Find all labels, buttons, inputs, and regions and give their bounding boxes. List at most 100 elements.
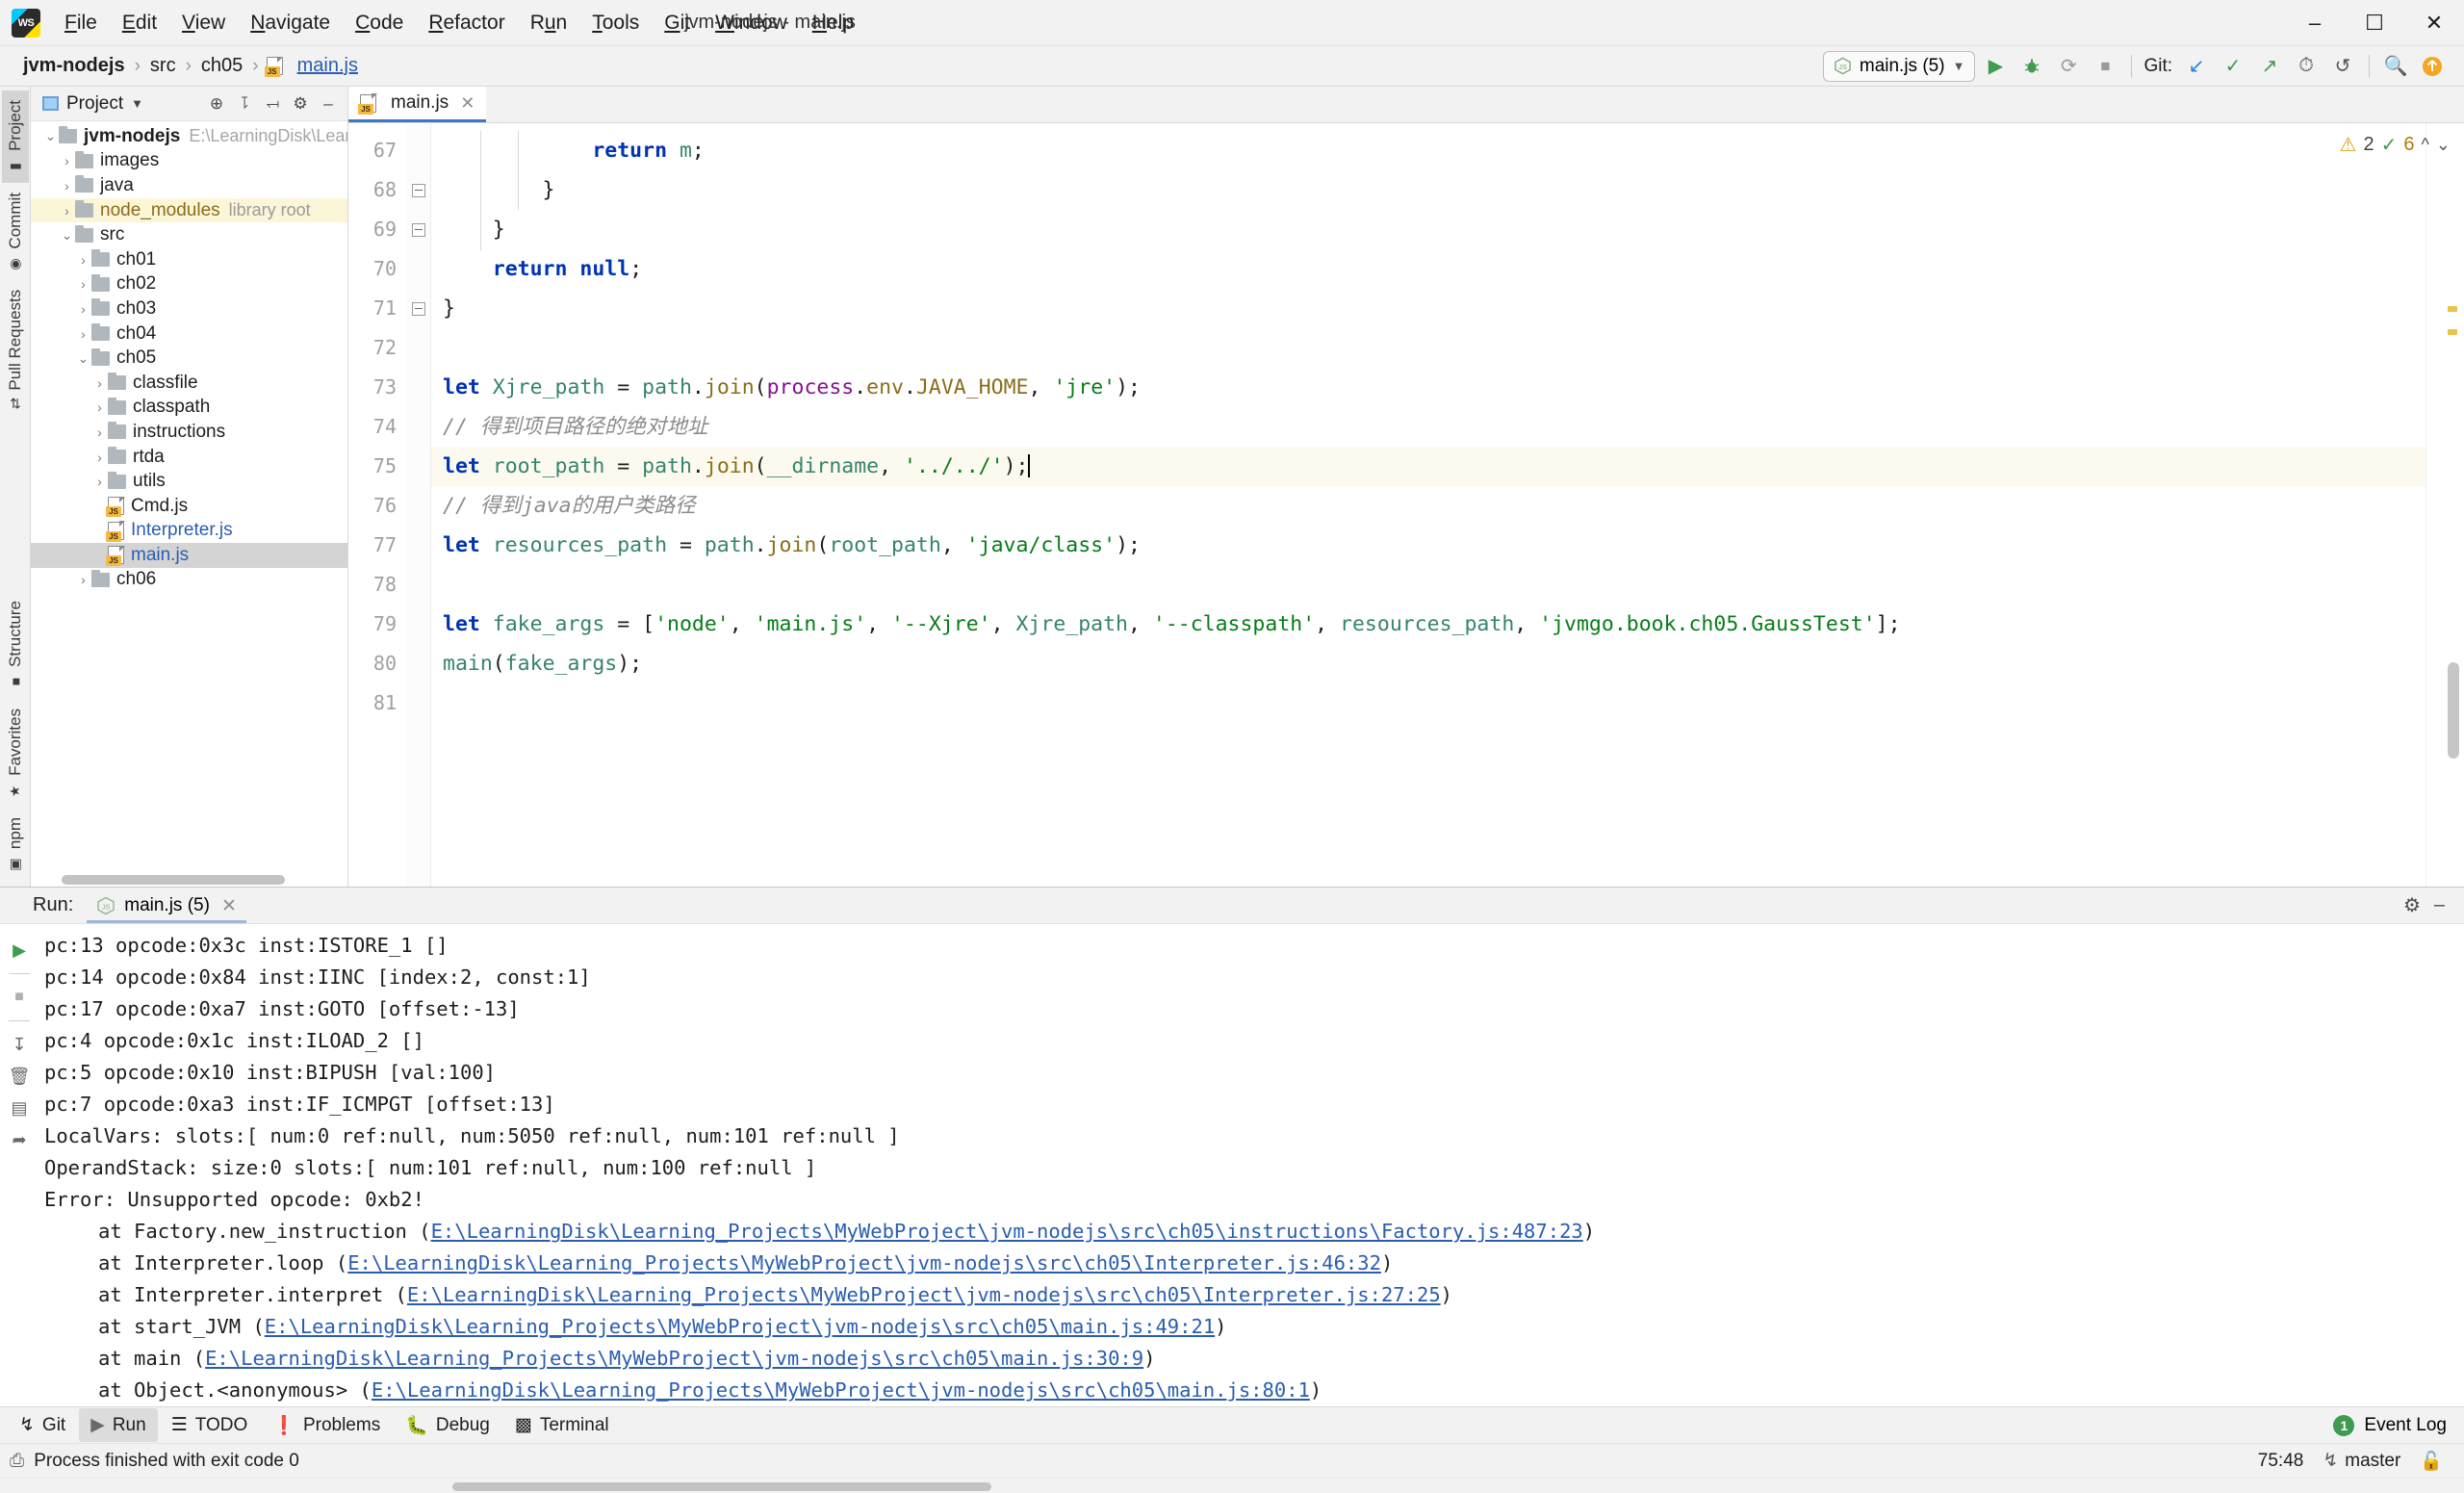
tree-node-classfile[interactable]: ›classfile	[31, 371, 347, 396]
run-configuration-selector[interactable]: JS main.js (5) ▼	[1823, 51, 1976, 82]
tree-node-cmd-js[interactable]: Cmd.js	[31, 494, 347, 519]
code-line[interactable]: let Xjre_path = path.join(process.env.JA…	[431, 368, 2426, 407]
bottom-tab-terminal[interactable]: ▩ Terminal	[503, 1408, 621, 1442]
sidebar-item-favorites[interactable]: ★ Favorites	[2, 699, 29, 808]
chevron-right-icon[interactable]: ›	[75, 572, 91, 587]
menu-edit[interactable]: Edit	[110, 7, 169, 39]
code-content[interactable]: return m; } } return null;} let Xjre_pat…	[431, 123, 2426, 887]
git-history-icon[interactable]: ⏱	[2290, 51, 2323, 82]
tree-node-rtda[interactable]: ›rtda	[31, 445, 347, 470]
source-location-link[interactable]: E:\LearningDisk\Learning_Projects\MyWebP…	[372, 1378, 1310, 1402]
menu-code[interactable]: Code	[343, 7, 416, 39]
chevron-down-icon[interactable]: ▼	[131, 96, 143, 111]
console-output[interactable]: pc:13 opcode:0x3c inst:ISTORE_1 []pc:14 …	[38, 924, 2464, 1406]
breadcrumb-item-ch05[interactable]: ch05	[195, 53, 248, 79]
bottom-tab-debug[interactable]: 🐛 Debug	[394, 1408, 501, 1443]
previous-problem-icon[interactable]: ^	[2421, 135, 2428, 155]
fold-marker-slot[interactable]	[406, 210, 430, 249]
tree-node-interpreter-js[interactable]: Interpreter.js	[31, 519, 347, 544]
stop-icon[interactable]: ■	[5, 983, 34, 1012]
inspections-widget[interactable]: ⚠ 2 ✓ 6 ^ ⌄	[2340, 133, 2451, 157]
tree-node-main-js[interactable]: main.js	[31, 543, 347, 568]
chevron-right-icon[interactable]: ›	[75, 276, 91, 292]
collapse-fold-icon[interactable]	[412, 302, 425, 316]
collapse-fold-icon[interactable]	[412, 184, 425, 197]
close-button[interactable]: ✕	[2404, 0, 2464, 45]
breadcrumb-item-project[interactable]: jvm-nodejs	[17, 53, 131, 79]
tree-node-utils[interactable]: ›utils	[31, 469, 347, 494]
fold-marker-slot[interactable]	[406, 289, 430, 328]
run-button[interactable]: ▶	[1979, 51, 2012, 82]
ide-updates-button[interactable]	[2416, 51, 2449, 82]
bottom-tab-run[interactable]: ▶ Run	[79, 1408, 157, 1442]
stack-trace-line[interactable]: at Object.<anonymous> (E:\LearningDisk\L…	[44, 1375, 2464, 1406]
code-line[interactable]: let resources_path = path.join(root_path…	[431, 526, 2426, 565]
project-tree[interactable]: ⌄jvm-nodejsE:\LearningDisk\Learning_Proj…	[31, 121, 347, 887]
code-line[interactable]: return m;	[431, 131, 2426, 170]
caret-position[interactable]: 75:48	[2258, 1451, 2304, 1472]
scroll-to-end-icon[interactable]: ↧	[5, 1030, 34, 1059]
code-line[interactable]	[431, 683, 2426, 723]
pin-tab-icon[interactable]: ➦	[5, 1125, 34, 1154]
maximize-button[interactable]: ☐	[2345, 0, 2404, 45]
stack-trace-line[interactable]: at Interpreter.interpret (E:\LearningDis…	[44, 1279, 2464, 1311]
sidebar-item-project[interactable]: ▮ Project	[2, 90, 29, 183]
next-problem-icon[interactable]: ⌄	[2436, 135, 2451, 155]
hide-panel-icon[interactable]: –	[2434, 894, 2445, 916]
bottom-tab-problems[interactable]: ❗ Problems	[261, 1408, 392, 1443]
collapse-fold-icon[interactable]	[412, 223, 425, 237]
sidebar-item-commit[interactable]: ◉ Commit	[2, 183, 29, 281]
menu-refactor[interactable]: Refactor	[416, 7, 517, 39]
chevron-down-icon[interactable]: ▼	[1953, 59, 1965, 73]
git-update-project-button[interactable]: ↙	[2180, 51, 2213, 82]
stop-button[interactable]: ■	[2089, 51, 2121, 82]
tree-node-ch04[interactable]: ›ch04	[31, 322, 347, 347]
tree-node-images[interactable]: ›images	[31, 149, 347, 174]
chevron-right-icon[interactable]: ›	[91, 399, 108, 415]
chevron-right-icon[interactable]: ›	[91, 450, 108, 465]
menu-run[interactable]: Run	[518, 7, 580, 39]
tree-node-ch03[interactable]: ›ch03	[31, 296, 347, 322]
chevron-right-icon[interactable]: ›	[75, 326, 91, 342]
bottom-tab-todo[interactable]: ☰ TODO	[160, 1408, 260, 1442]
collapse-all-icon[interactable]: ⥞	[259, 91, 286, 116]
code-line[interactable]: }	[431, 210, 2426, 249]
code-line[interactable]: return null;	[431, 249, 2426, 289]
tree-node-node-modules[interactable]: ›node_moduleslibrary root	[31, 198, 347, 223]
clear-all-icon[interactable]: 🗑	[5, 1062, 34, 1091]
chevron-right-icon[interactable]: ›	[91, 425, 108, 440]
chevron-right-icon[interactable]: ›	[59, 203, 75, 219]
chevron-right-icon[interactable]: ›	[91, 474, 108, 489]
code-line[interactable]: // 得到项目路径的绝对地址	[431, 407, 2426, 447]
tree-node-jvm-nodejs[interactable]: ⌄jvm-nodejsE:\LearningDisk\Learning_Proj…	[31, 124, 347, 149]
code-line[interactable]: main(fake_args);	[431, 644, 2426, 683]
sidebar-item-pull-requests[interactable]: ⇅ Pull Requests	[2, 280, 29, 419]
search-everywhere-icon[interactable]: 🔍	[2379, 51, 2412, 82]
menu-navigate[interactable]: Navigate	[238, 7, 343, 39]
tree-node-ch02[interactable]: ›ch02	[31, 272, 347, 297]
code-line[interactable]	[431, 565, 2426, 605]
tree-node-classpath[interactable]: ›classpath	[31, 396, 347, 421]
code-line[interactable]: }	[431, 289, 2426, 328]
breadcrumb-item-src[interactable]: src	[144, 53, 182, 79]
marker-warning[interactable]	[2448, 306, 2457, 312]
source-location-link[interactable]: E:\LearningDisk\Learning_Projects\MyWebP…	[407, 1283, 1441, 1306]
stack-trace-line[interactable]: at start_JVM (E:\LearningDisk\Learning_P…	[44, 1311, 2464, 1343]
source-location-link[interactable]: E:\LearningDisk\Learning_Projects\MyWebP…	[205, 1347, 1143, 1370]
chevron-right-icon[interactable]: ›	[75, 301, 91, 317]
chevron-right-icon[interactable]: ›	[59, 153, 75, 168]
menu-view[interactable]: View	[169, 7, 238, 39]
fold-marker-slot[interactable]	[406, 170, 430, 210]
menu-tools[interactable]: Tools	[579, 7, 652, 39]
editor-markers-panel[interactable]: ⚠ 2 ✓ 6 ^ ⌄	[2426, 123, 2464, 887]
tree-node-src[interactable]: ⌄src	[31, 222, 347, 247]
bottom-tab-git[interactable]: ↯ Git	[8, 1408, 77, 1442]
chevron-right-icon[interactable]: ›	[59, 178, 75, 193]
code-line[interactable]: // 得到java的用户类路径	[431, 486, 2426, 526]
minimize-button[interactable]: –	[2285, 0, 2345, 45]
project-pane-title[interactable]: Project ▼	[42, 93, 143, 115]
editor-tab-mainjs[interactable]: main.js ✕	[348, 87, 486, 122]
chevron-right-icon[interactable]: ›	[91, 375, 108, 391]
sidebar-item-structure[interactable]: ■ Structure	[2, 591, 29, 699]
settings-gear-icon[interactable]: ⚙	[287, 91, 314, 116]
